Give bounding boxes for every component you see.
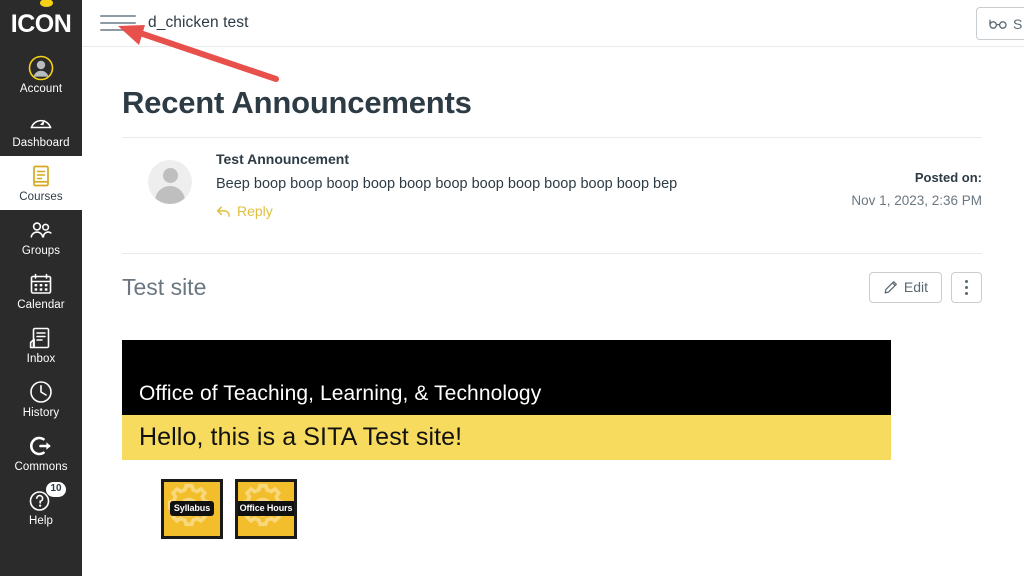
announcement-message: Beep boop boop boop boop boop boop boop …: [216, 176, 678, 192]
kebab-dot: [965, 291, 968, 295]
sidebar-item-calendar-label: Calendar: [17, 299, 65, 311]
commons-arrow-icon: [30, 436, 51, 456]
screen: ICON Account Dashboard Courses Groups Ca…: [0, 0, 1024, 576]
announcement-item: Test Announcement Beep boop boop boop bo…: [122, 138, 982, 237]
hamburger-line: [100, 29, 136, 31]
calendar-icon: [30, 273, 52, 294]
page-title: Recent Announcements: [122, 85, 472, 120]
sidebar-item-inbox-label: Inbox: [26, 353, 56, 365]
pencil-icon: [884, 280, 897, 293]
course-banner: Office of Teaching, Learning, & Technolo…: [122, 339, 891, 460]
sidebar-item-calendar[interactable]: Calendar: [0, 264, 82, 318]
inbox-tray-icon: [29, 327, 50, 349]
sidebar-item-groups[interactable]: Groups: [0, 210, 82, 264]
announcement-meta: Posted on: Nov 1, 2023, 2:36 PM: [833, 150, 982, 208]
main-content: Recent Announcements Test Announcement B…: [82, 85, 1024, 539]
sidebar-item-commons[interactable]: Commons: [0, 426, 82, 480]
sidebar-item-dashboard[interactable]: Dashboard: [0, 102, 82, 156]
icon-logo-accent-dot: [40, 0, 53, 7]
eyeglasses-icon: [989, 19, 1007, 29]
sidebar-item-account-label: Account: [19, 83, 63, 95]
reply-label: Reply: [237, 203, 273, 219]
sidebar-item-help-label: Help: [28, 515, 54, 527]
groups-people-icon: [30, 222, 52, 238]
help-notification-badge: 10: [46, 482, 66, 497]
posted-on-label: Posted on:: [914, 170, 982, 185]
history-clock-icon: [30, 381, 52, 403]
student-view-button[interactable]: S: [976, 7, 1024, 40]
student-view-label: S: [1013, 15, 1023, 32]
sidebar-item-help[interactable]: 10 Help: [0, 480, 82, 534]
icon-logo[interactable]: ICON: [0, 0, 82, 48]
avatar-head: [162, 168, 178, 183]
tile-label-office-hours: Office Hours: [238, 501, 294, 516]
tile-office-hours[interactable]: Office Hours: [235, 478, 297, 539]
global-navigation-sidebar: ICON Account Dashboard Courses Groups Ca…: [0, 0, 82, 576]
reply-arrow-icon: [216, 205, 230, 217]
more-vertical-icon[interactable]: [951, 271, 982, 303]
section-header: Test site Edit: [122, 271, 982, 303]
course-tiles: Syllabus Office Hours: [122, 478, 982, 539]
dashboard-gauge-icon: [30, 119, 52, 129]
tile-syllabus[interactable]: Syllabus: [161, 478, 223, 539]
sidebar-item-account[interactable]: Account: [0, 48, 82, 102]
sidebar-item-history-label: History: [22, 407, 60, 419]
announcement-title[interactable]: Test Announcement: [216, 150, 833, 168]
sidebar-item-courses-label: Courses: [19, 191, 63, 203]
section-title: Test site: [122, 273, 207, 300]
content-area: d_chicken test S Recent Announcements Te…: [82, 0, 1024, 576]
kebab-dot: [965, 279, 968, 283]
user-avatar-icon: [28, 55, 54, 81]
banner-bottom-text: Hello, this is a SITA Test site!: [139, 422, 463, 451]
posted-on-value: Nov 1, 2023, 2:36 PM: [851, 193, 982, 208]
edit-button[interactable]: Edit: [868, 271, 942, 303]
avatar-body: [155, 186, 185, 204]
hamburger-line: [100, 15, 136, 17]
sidebar-item-history[interactable]: History: [0, 372, 82, 426]
banner-top-text: Office of Teaching, Learning, & Technolo…: [139, 381, 542, 405]
icon-logo-text: ICON: [10, 9, 72, 38]
tile-label-syllabus: Syllabus: [169, 501, 215, 516]
breadcrumb: d_chicken test: [148, 14, 249, 31]
sidebar-item-courses[interactable]: Courses: [0, 156, 82, 210]
sidebar-item-commons-label: Commons: [14, 461, 68, 473]
courses-book-icon: [33, 165, 49, 187]
banner-top-section: Office of Teaching, Learning, & Technolo…: [122, 339, 891, 415]
hamburger-menu-icon[interactable]: [100, 8, 136, 38]
sidebar-item-inbox[interactable]: Inbox: [0, 318, 82, 372]
sidebar-item-dashboard-label: Dashboard: [12, 137, 70, 149]
kebab-dot: [965, 285, 968, 289]
hamburger-line: [100, 22, 136, 24]
course-header-bar: d_chicken test S: [82, 0, 1024, 47]
announcement-divider: [122, 252, 982, 254]
avatar: [148, 160, 192, 204]
reply-link[interactable]: Reply: [216, 203, 273, 219]
banner-bottom-section: Hello, this is a SITA Test site!: [122, 414, 891, 460]
announcement-body-column: Test Announcement Beep boop boop boop bo…: [216, 150, 833, 223]
sidebar-item-groups-label: Groups: [21, 245, 61, 257]
edit-label: Edit: [903, 279, 928, 295]
